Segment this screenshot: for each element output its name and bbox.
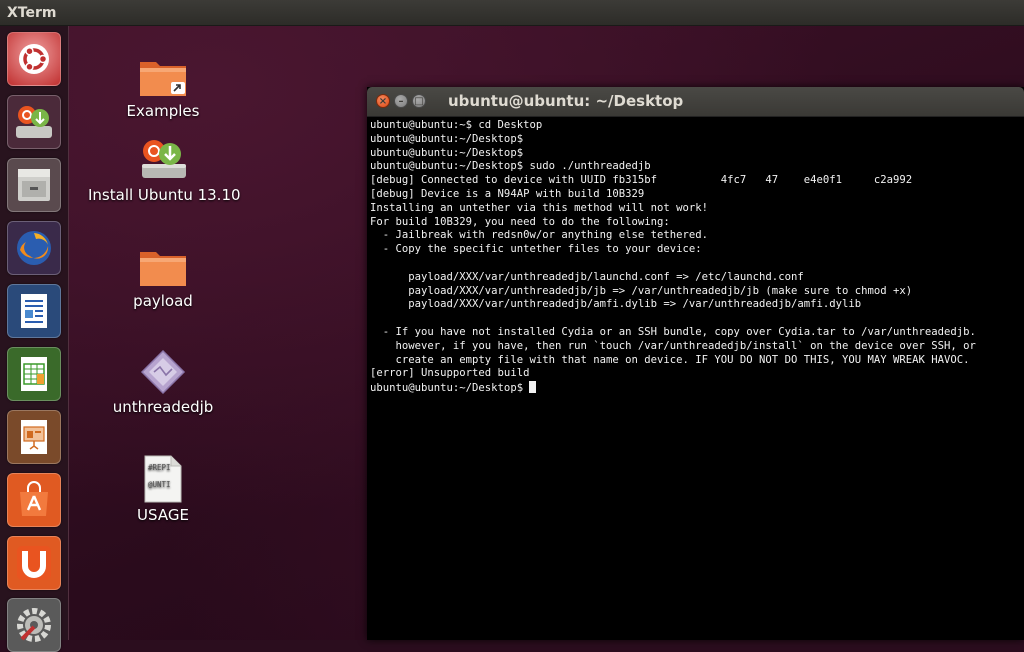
window-titlebar[interactable]: × – □ ubuntu@ubuntu: ~/Desktop [367, 87, 1024, 117]
terminal-line: payload/XXX/var/unthreadedjb/launchd.con… [370, 270, 804, 283]
impress-presentation-icon [21, 420, 47, 454]
launcher-item-ubuntu-one[interactable] [7, 536, 61, 590]
folder-link-icon [140, 62, 186, 96]
minimize-icon: – [398, 96, 404, 107]
maximize-icon: □ [414, 96, 424, 107]
terminal-line: payload/XXX/var/unthreadedjb/amfi.dylib … [370, 298, 862, 311]
desktop-icon-label: payload [133, 292, 193, 310]
terminal-line: Installing an untether via this method w… [370, 201, 709, 214]
terminal-line: ubuntu@ubuntu:~/Desktop$ [370, 146, 524, 159]
maximize-button[interactable]: □ [412, 94, 426, 108]
settings-gear-icon [17, 608, 51, 642]
window-title: ubuntu@ubuntu: ~/Desktop [448, 92, 684, 110]
terminal-line: - Copy the specific untether files to yo… [370, 243, 702, 256]
desktop-icon-label: Install Ubuntu 13.10 [88, 186, 241, 204]
close-button[interactable]: × [376, 94, 390, 108]
desktop-icon-label: Examples [126, 102, 200, 120]
desktop-icon-label: USAGE [137, 506, 189, 524]
terminal-line: - Jailbreak with redsn0w/or anything els… [370, 229, 709, 242]
desktop-icon-install-ubuntu[interactable]: Install Ubuntu 13.10 [88, 134, 241, 204]
installer-icon [16, 106, 52, 138]
top-panel: XTerm [0, 0, 1024, 26]
terminal-line: - If you have not installed Cydia or an … [370, 325, 976, 338]
terminal-line: [debug] Device is a N94AP with build 10B… [370, 187, 645, 200]
close-icon: × [378, 96, 388, 107]
terminal-line: ubuntu@ubuntu:~/Desktop$ sudo ./unthread… [370, 160, 651, 173]
desktop-icon-examples[interactable]: Examples [108, 54, 218, 120]
terminal-line: create an empty file with that name on d… [370, 353, 970, 366]
launcher [0, 26, 69, 652]
launcher-item-system-settings[interactable] [7, 598, 61, 652]
terminal-line: payload/XXX/var/unthreadedjb/jb => /var/… [370, 284, 913, 297]
terminal-line: ubuntu@ubuntu:~/Desktop$ [370, 132, 524, 145]
file-cabinet-icon [18, 169, 50, 201]
calc-spreadsheet-icon [21, 357, 47, 391]
terminal-line: [error] Unsupported build [370, 367, 530, 380]
terminal-line: For build 10B329, you need to do the fol… [370, 215, 670, 228]
desktop-icon-usage[interactable]: #REPI @UNTI USAGE [108, 454, 218, 524]
ubuntu-one-icon [17, 546, 51, 580]
usage-preview-line-2: @UNTI [148, 480, 171, 489]
desktop-icon-payload[interactable]: payload [108, 244, 218, 310]
usage-preview-line-1: #REPI [148, 463, 171, 472]
launcher-item-dash[interactable] [7, 32, 61, 86]
launcher-item-software-center[interactable] [7, 473, 61, 527]
firefox-icon [17, 231, 51, 265]
terminal-output[interactable]: ubuntu@ubuntu:~$ cd Desktop ubuntu@ubunt… [367, 117, 1024, 640]
launcher-item-calc[interactable] [7, 347, 61, 401]
launcher-item-writer[interactable] [7, 284, 61, 338]
terminal-prompt-line[interactable]: ubuntu@ubuntu:~/Desktop$ [370, 381, 1024, 395]
launcher-item-files[interactable] [7, 158, 61, 212]
terminal-window[interactable]: × – □ ubuntu@ubuntu: ~/Desktop ubuntu@ub… [367, 87, 1024, 640]
minimize-button[interactable]: – [394, 94, 408, 108]
launcher-item-install-ubuntu[interactable] [7, 95, 61, 149]
installer-icon [142, 140, 186, 178]
terminal-cursor [529, 381, 537, 394]
terminal-prompt: ubuntu@ubuntu:~/Desktop$ [370, 382, 530, 395]
ubuntu-logo-icon [19, 44, 49, 74]
desktop-icon-unthreadedjb[interactable]: unthreadedjb [108, 348, 218, 416]
active-app-name: XTerm [7, 5, 57, 21]
writer-document-icon [21, 294, 47, 328]
launcher-item-impress[interactable] [7, 410, 61, 464]
terminal-line: ubuntu@ubuntu:~$ cd Desktop [370, 119, 543, 131]
shopping-bag-icon [20, 481, 48, 516]
terminal-line: [debug] Connected to device with UUID fb… [370, 174, 913, 187]
desktop-icon-label: unthreadedjb [112, 398, 214, 416]
launcher-item-firefox[interactable] [7, 221, 61, 275]
terminal-line: however, if you have, then run `touch /v… [370, 339, 976, 352]
text-file-icon: #REPI @UNTI [144, 455, 182, 503]
executable-icon [140, 349, 186, 395]
folder-icon [140, 252, 186, 286]
